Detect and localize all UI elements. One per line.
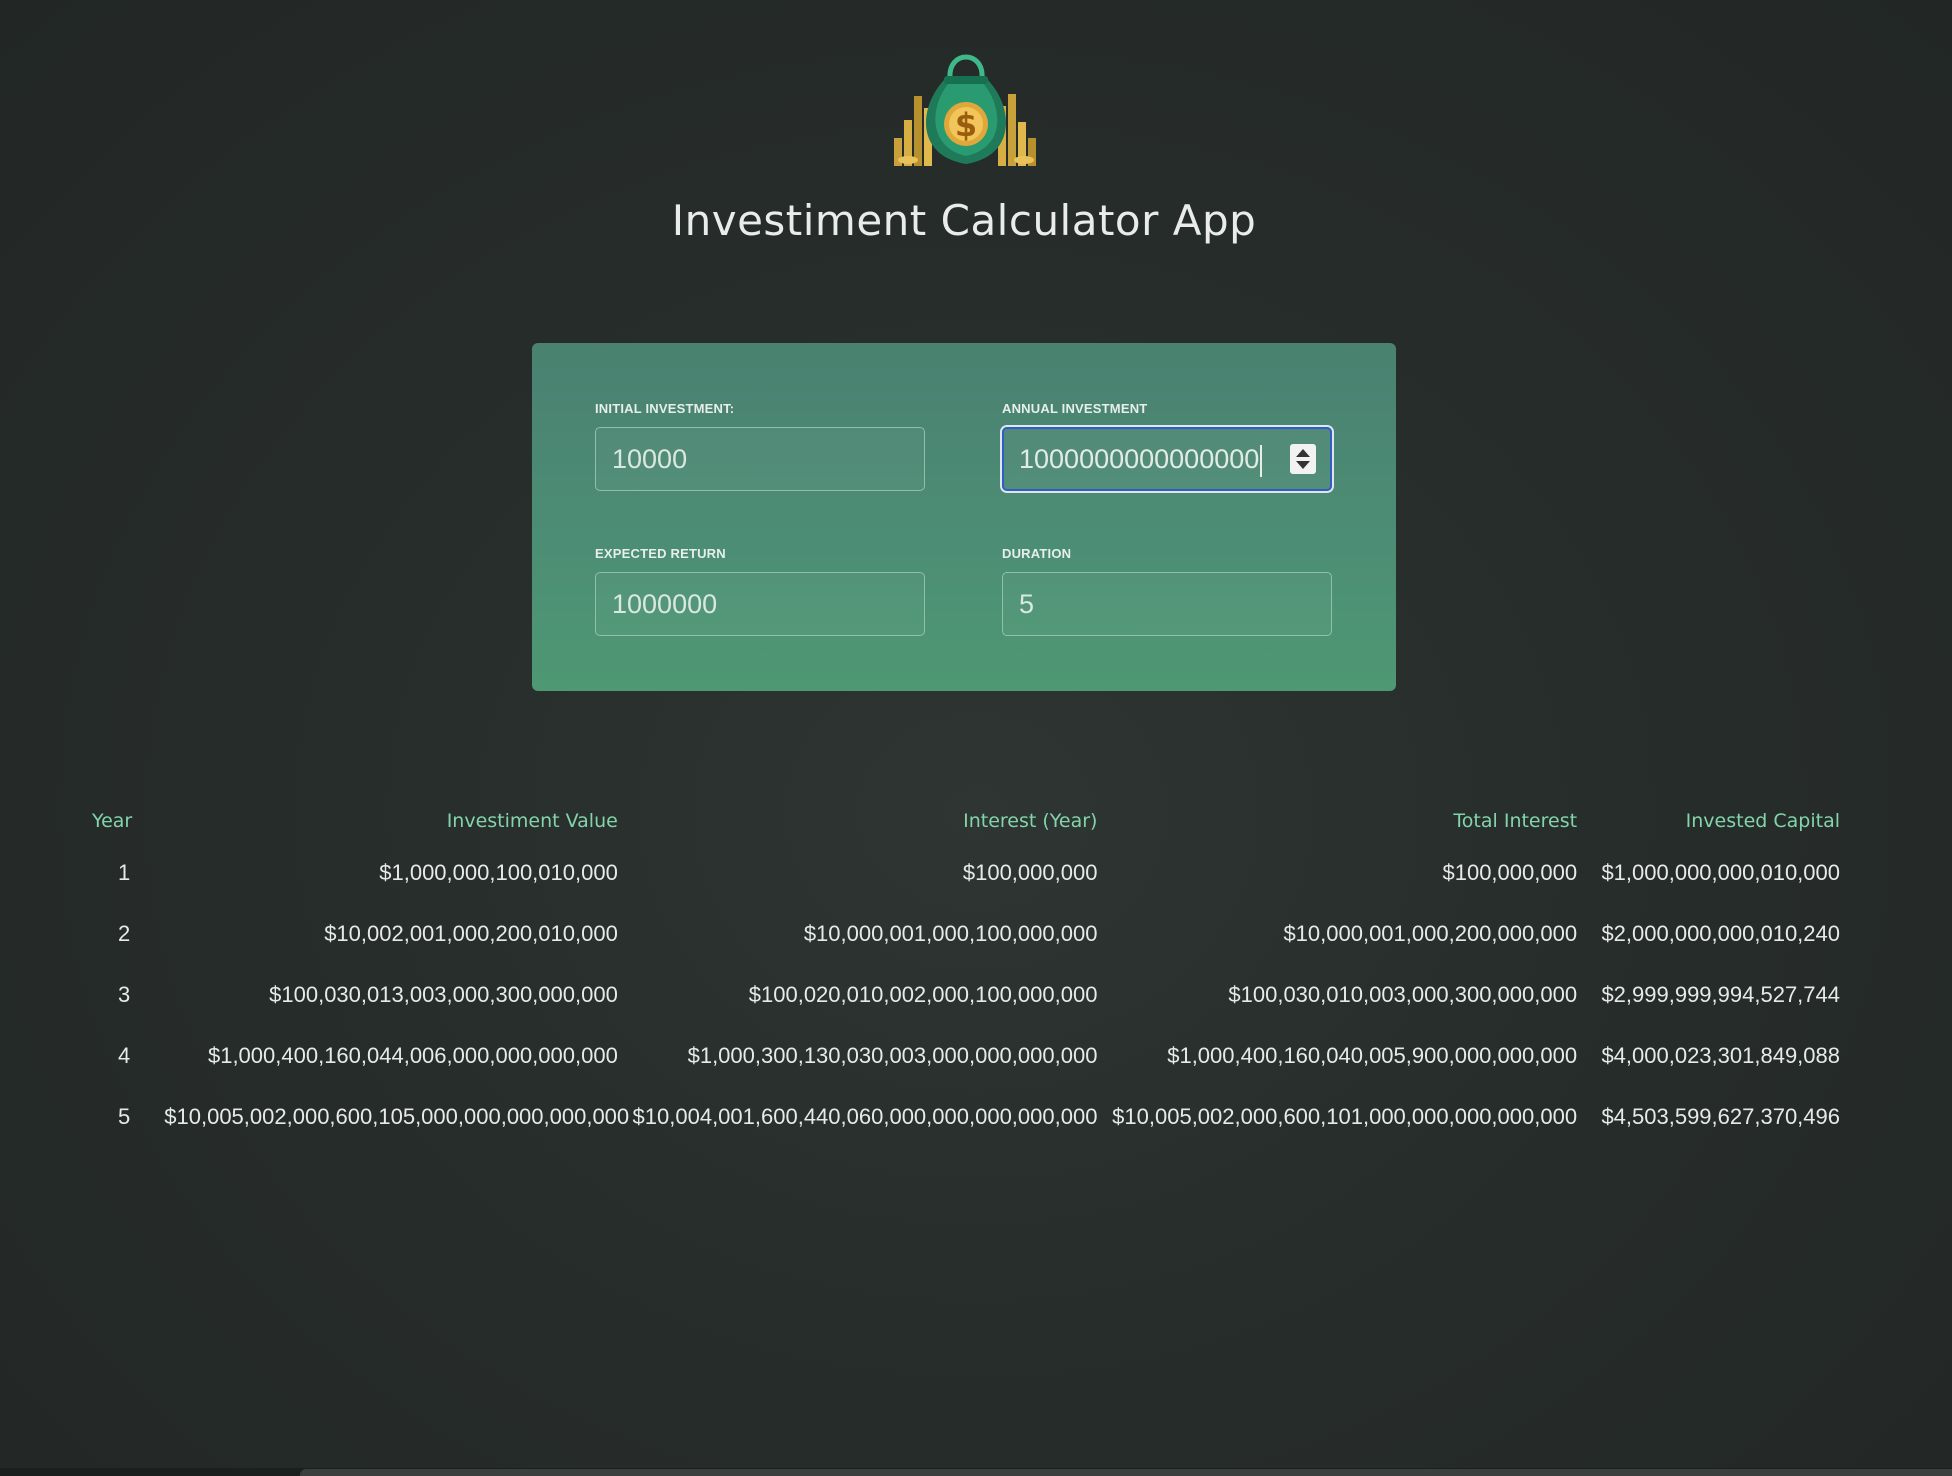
- initial-investment-input[interactable]: 10000: [595, 427, 925, 491]
- results-table: Year Investiment Value Interest (Year) T…: [84, 800, 1840, 1147]
- cell-invested-capital: $1,000,000,000,010,000: [1601, 859, 1840, 885]
- cell-interest-year: $1,000,300,130,030,003,000,000,000,000: [687, 1042, 1098, 1068]
- header-year: Year: [92, 810, 133, 832]
- annual-investment-input[interactable]: 1000000000000000: [1002, 427, 1332, 491]
- results-table-header: Year Investiment Value Interest (Year) T…: [84, 800, 1840, 842]
- annual-investment-value: 1000000000000000: [1019, 444, 1260, 474]
- cell-invested-capital: $4,000,023,301,849,088: [1601, 1042, 1840, 1068]
- annual-investment-label: ANNUAL INVESTMENT: [1002, 401, 1148, 416]
- cell-invested-capital: $2,000,000,000,010,240: [1601, 920, 1840, 946]
- cell-investment-value: $1,000,000,100,010,000: [379, 859, 618, 885]
- cell-interest-year: $10,004,001,600,440,060,000,000,000,000,…: [632, 1103, 1098, 1129]
- page-title: Investiment Calculator App: [671, 196, 1257, 245]
- header-invested-capital: Invested Capital: [1685, 810, 1840, 832]
- cell-investment-value: $10,002,001,000,200,010,000: [324, 920, 618, 946]
- initial-investment-value: 10000: [612, 444, 688, 474]
- cell-total-interest: $100,030,010,003,000,300,000,000: [1228, 981, 1578, 1007]
- cell-year: 1: [118, 859, 131, 885]
- header-interest-year: Interest (Year): [963, 810, 1098, 832]
- cell-year: 4: [118, 1042, 131, 1068]
- table-row: 4 $1,000,400,160,044,006,000,000,000,000…: [84, 1025, 1840, 1086]
- cell-year: 3: [118, 981, 131, 1007]
- cell-investment-value: $1,000,400,160,044,006,000,000,000,000: [207, 1042, 618, 1068]
- cell-interest-year: $100,020,010,002,000,100,000,000: [748, 981, 1098, 1007]
- duration-field: DURATION 5: [1002, 546, 1334, 636]
- cell-year: 5: [118, 1103, 131, 1129]
- table-row: 3 $100,030,013,003,000,300,000,000 $100,…: [84, 964, 1840, 1025]
- annual-investment-field: ANNUAL INVESTMENT 1000000000000000: [1002, 401, 1334, 491]
- cell-year: 2: [118, 920, 131, 946]
- results-table-body: 1 $1,000,000,100,010,000 $100,000,000 $1…: [84, 842, 1840, 1147]
- table-row: 1 $1,000,000,100,010,000 $100,000,000 $1…: [84, 842, 1840, 903]
- svg-text:$: $: [955, 106, 977, 144]
- number-spinner[interactable]: [1290, 444, 1316, 474]
- cell-investment-value: $10,005,002,000,600,105,000,000,000,000,…: [164, 1103, 630, 1129]
- user-input-card: INITIAL INVESTMENT: 10000 ANNUAL INVESTM…: [532, 343, 1396, 691]
- duration-input[interactable]: 5: [1002, 572, 1332, 636]
- cell-total-interest: $10,005,002,000,600,101,000,000,000,000,…: [1112, 1103, 1578, 1129]
- duration-value: 5: [1019, 589, 1035, 619]
- cell-investment-value: $100,030,013,003,000,300,000,000: [269, 981, 618, 1007]
- expected-return-input[interactable]: 1000000: [595, 572, 925, 636]
- expected-return-value: 1000000: [612, 589, 718, 619]
- money-bag-icon: $: [894, 54, 1036, 166]
- expected-return-field: EXPECTED RETURN 1000000: [595, 546, 927, 636]
- cell-interest-year: $10,000,001,000,100,000,000: [803, 920, 1098, 946]
- duration-label: DURATION: [1002, 546, 1072, 561]
- table-row: 5 $10,005,002,000,600,105,000,000,000,00…: [84, 1086, 1840, 1147]
- header-total-interest: Total Interest: [1453, 810, 1578, 832]
- cell-invested-capital: $4,503,599,627,370,496: [1601, 1103, 1840, 1129]
- horizontal-scrollbar[interactable]: [300, 1469, 1952, 1476]
- cell-invested-capital: $2,999,999,994,527,744: [1601, 981, 1840, 1007]
- cell-total-interest: $100,000,000: [1442, 859, 1578, 885]
- expected-return-label: EXPECTED RETURN: [595, 546, 726, 561]
- spin-up-icon[interactable]: [1296, 449, 1310, 457]
- cell-interest-year: $100,000,000: [962, 859, 1098, 885]
- header-row: Year Investiment Value Interest (Year) T…: [84, 800, 1840, 842]
- text-caret: [1260, 444, 1263, 477]
- table-row: 2 $10,002,001,000,200,010,000 $10,000,00…: [84, 903, 1840, 964]
- header-investment-value: Investiment Value: [446, 810, 618, 832]
- spin-down-icon[interactable]: [1296, 461, 1310, 469]
- initial-investment-label: INITIAL INVESTMENT:: [595, 401, 735, 416]
- cell-total-interest: $10,000,001,000,200,000,000: [1283, 920, 1578, 946]
- initial-investment-field: INITIAL INVESTMENT: 10000: [595, 401, 927, 491]
- cell-total-interest: $1,000,400,160,040,005,900,000,000,000: [1167, 1042, 1578, 1068]
